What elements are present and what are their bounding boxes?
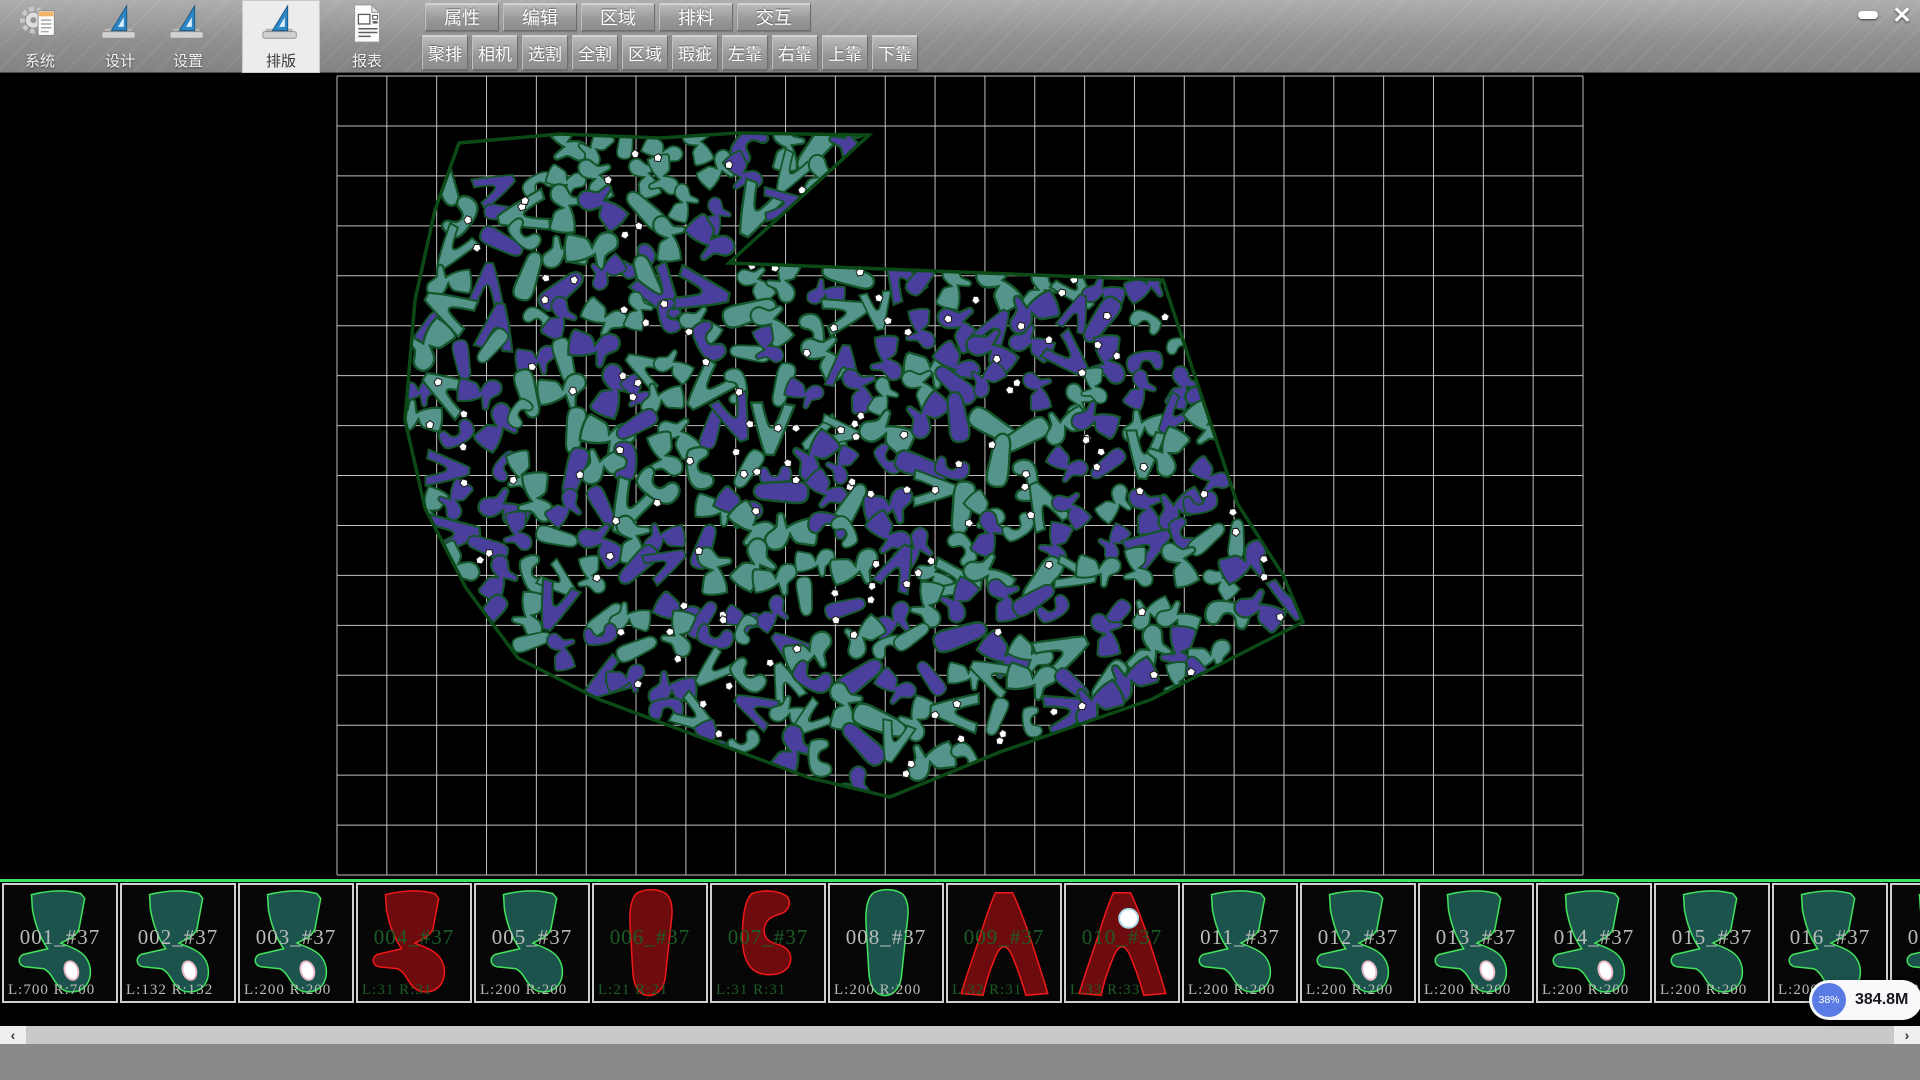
piece-name: 010_#37 xyxy=(1066,925,1178,950)
scroll-left-button[interactable]: ‹ xyxy=(0,1026,26,1044)
piece-thumbnail[interactable]: 003_#37 L:200 R:200 xyxy=(238,883,354,1003)
toolbar-button-label: 排版 xyxy=(266,50,296,71)
piece-thumbnail[interactable]: 010_#37 L:33 R:33 xyxy=(1064,883,1180,1003)
piece-thumbnail[interactable]: 011_#37 L:200 R:200 xyxy=(1182,883,1298,1003)
piece-name: 003_#37 xyxy=(240,925,352,950)
piece-thumbnail[interactable]: 005_#37 L:200 R:200 xyxy=(474,883,590,1003)
cpu-percent-badge: 38% xyxy=(1812,983,1846,1017)
piece-name: 007_#37 xyxy=(712,925,824,950)
menu-button-attribute[interactable]: 属性 xyxy=(425,3,499,31)
scroll-right-button[interactable]: › xyxy=(1894,1026,1920,1044)
menu-button-region[interactable]: 区域 xyxy=(581,3,655,31)
toolbar-button-design[interactable]: 设计 xyxy=(88,0,152,73)
piece-thumbnail[interactable]: 002_#37 L:132 R:132 xyxy=(120,883,236,1003)
piece-lr-count: L:200 R:200 xyxy=(1424,982,1511,999)
menu-button-camera[interactable]: 相机 xyxy=(472,35,518,70)
toolbar: 系统 设计 设置 排版 报表 属性编辑区域排料交互 聚排相机选割全割区域瑕疵左靠… xyxy=(0,0,1920,73)
gear-notes-icon xyxy=(17,2,63,49)
pieces-thumbnail-strip: 001_#37 L:700 R:700 002_#37 L:132 R:132 00… xyxy=(0,883,1920,1005)
piece-name: 013_#37 xyxy=(1420,925,1532,950)
piece-thumbnail[interactable]: 007_#37 L:31 R:31 xyxy=(710,883,826,1003)
piece-lr-count: L:33 R:33 xyxy=(1070,982,1140,999)
piece-lr-count: L:200 R:200 xyxy=(834,982,921,999)
toolbar-button-label: 设置 xyxy=(173,50,203,71)
piece-thumbnail[interactable]: 015_#37 L:200 R:200 xyxy=(1654,883,1770,1003)
piece-thumbnail[interactable]: 013_#37 L:200 R:200 xyxy=(1418,883,1534,1003)
piece-lr-count: L:700 R:700 xyxy=(8,982,95,999)
piece-lr-count: L:31 R:31 xyxy=(716,982,786,999)
piece-lr-count: L:132 R:132 xyxy=(126,982,213,999)
app-window: 系统 设计 设置 排版 报表 属性编辑区域排料交互 聚排相机选割全割区域瑕疵左靠… xyxy=(0,0,1920,1080)
strip-divider-line xyxy=(0,879,1920,882)
piece-name: 001_#37 xyxy=(4,925,116,950)
memory-badge[interactable]: 38% 384.8M xyxy=(1809,980,1920,1020)
toolbar-button-nesting[interactable]: 排版 xyxy=(242,0,320,73)
piece-lr-count: L:200 R:200 xyxy=(1306,982,1393,999)
piece-name: 011_#37 xyxy=(1184,925,1296,950)
menu-button-align-top[interactable]: 上靠 xyxy=(822,35,868,70)
set-square-icon xyxy=(97,2,143,49)
piece-thumbnail[interactable]: 014_#37 L:200 R:200 xyxy=(1536,883,1652,1003)
piece-lr-count: L:200 R:200 xyxy=(480,982,567,999)
close-icon: ✕ xyxy=(1892,2,1911,29)
piece-thumbnail[interactable]: 004_#37 L:31 R:31 xyxy=(356,883,472,1003)
piece-name: 008_#37 xyxy=(830,925,942,950)
piece-thumbnail[interactable]: 006_#37 L:21 R:21 xyxy=(592,883,708,1003)
nested-pieces xyxy=(395,106,1317,813)
minimize-icon xyxy=(1858,11,1878,19)
window-controls: ✕ xyxy=(1854,3,1916,27)
toolbar-button-report[interactable]: 报表 xyxy=(334,0,400,73)
piece-name: 006_#37 xyxy=(594,925,706,950)
piece-name: 017_#37 xyxy=(1892,925,1920,950)
horizontal-scrollbar[interactable]: ‹ › xyxy=(0,1026,1920,1044)
toolbar-button-system[interactable]: 系统 xyxy=(8,0,72,73)
set-square-icon xyxy=(258,2,304,49)
nesting-canvas[interactable] xyxy=(0,74,1920,879)
nest-drawing xyxy=(0,74,1920,879)
menu-button-edit[interactable]: 编辑 xyxy=(503,3,577,31)
piece-name: 002_#37 xyxy=(122,925,234,950)
piece-name: 004_#37 xyxy=(358,925,470,950)
piece-name: 015_#37 xyxy=(1656,925,1768,950)
piece-lr-count: L:200 R:200 xyxy=(1542,982,1629,999)
set-square-icon xyxy=(165,2,211,49)
piece-lr-count: L:31 R:31 xyxy=(362,982,432,999)
piece-name: 014_#37 xyxy=(1538,925,1650,950)
piece-lr-count: L:200 R:200 xyxy=(244,982,331,999)
piece-lr-count: L:200 R:200 xyxy=(1660,982,1747,999)
menu-button-region[interactable]: 区域 xyxy=(622,35,668,70)
menu-button-select-cut[interactable]: 选割 xyxy=(522,35,568,70)
menu-button-interactive[interactable]: 交互 xyxy=(737,3,811,31)
piece-lr-count: L:200 R:200 xyxy=(1188,982,1275,999)
menu-button-defect[interactable]: 瑕疵 xyxy=(672,35,718,70)
piece-name: 012_#37 xyxy=(1302,925,1414,950)
piece-thumbnail[interactable]: 008_#37 L:200 R:200 xyxy=(828,883,944,1003)
toolbar-button-settings[interactable]: 设置 xyxy=(156,0,220,73)
scrollbar-track[interactable] xyxy=(26,1026,1894,1044)
report-doc-icon xyxy=(344,2,390,49)
piece-name: 009_#37 xyxy=(948,925,1060,950)
piece-thumbnail[interactable]: 012_#37 L:200 R:200 xyxy=(1300,883,1416,1003)
piece-lr-count: L:21 R:21 xyxy=(598,982,668,999)
piece-name: 005_#37 xyxy=(476,925,588,950)
piece-thumbnail[interactable]: 009_#37 L:32 R:31 xyxy=(946,883,1062,1003)
menu-button-align-bottom[interactable]: 下靠 xyxy=(872,35,918,70)
status-bar xyxy=(0,1044,1920,1080)
menu-button-align-right[interactable]: 右靠 xyxy=(772,35,818,70)
close-button[interactable]: ✕ xyxy=(1888,3,1916,27)
toolbar-button-label: 报表 xyxy=(352,50,382,71)
menu-button-align-left[interactable]: 左靠 xyxy=(722,35,768,70)
toolbar-button-label: 系统 xyxy=(25,50,55,71)
memory-value: 384.8M xyxy=(1855,991,1908,1009)
piece-lr-count: L:32 R:31 xyxy=(952,982,1022,999)
menu-button-nest-material[interactable]: 排料 xyxy=(659,3,733,31)
minimize-button[interactable] xyxy=(1854,3,1882,27)
piece-thumbnail[interactable]: 001_#37 L:700 R:700 xyxy=(2,883,118,1003)
toolbar-button-label: 设计 xyxy=(105,50,135,71)
piece-name: 016_#37 xyxy=(1774,925,1886,950)
menu-button-cluster-nest[interactable]: 聚排 xyxy=(422,35,468,70)
menu-button-cut-all[interactable]: 全割 xyxy=(572,35,618,70)
